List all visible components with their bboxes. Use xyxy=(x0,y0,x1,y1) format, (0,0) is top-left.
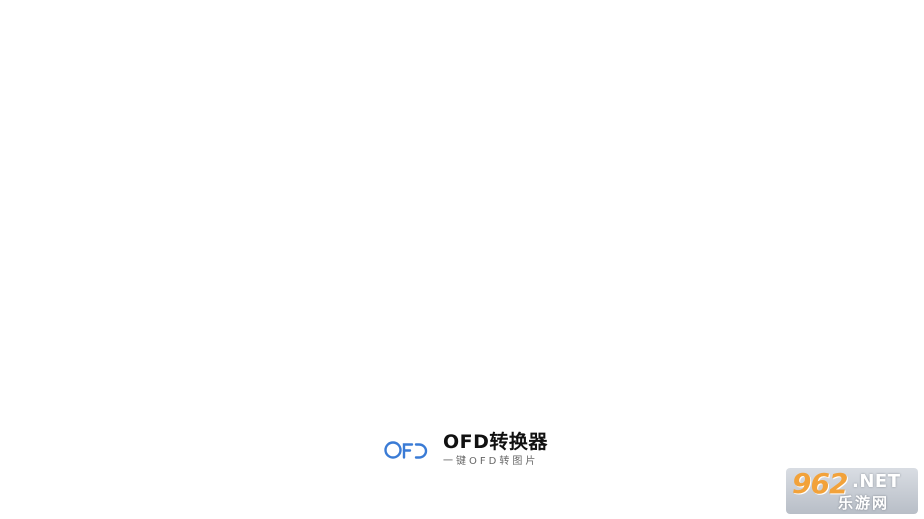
site-watermark: 962 .NET 乐游网 xyxy=(786,468,918,514)
ofd-logo-icon xyxy=(384,440,428,459)
brand-lockup: OFD转换器 一键OFD转图片 xyxy=(383,430,548,469)
app-name: OFD转换器 xyxy=(443,431,548,453)
brand-text: OFD转换器 一键OFD转图片 xyxy=(443,430,548,469)
app-tagline: 一键OFD转图片 xyxy=(443,456,539,467)
watermark-suffix: .NET xyxy=(852,471,901,492)
splash-screen: OFD转换器 一键OFD转图片 962 .NET 乐游网 xyxy=(0,0,924,519)
watermark-site-name: 乐游网 xyxy=(838,494,890,512)
